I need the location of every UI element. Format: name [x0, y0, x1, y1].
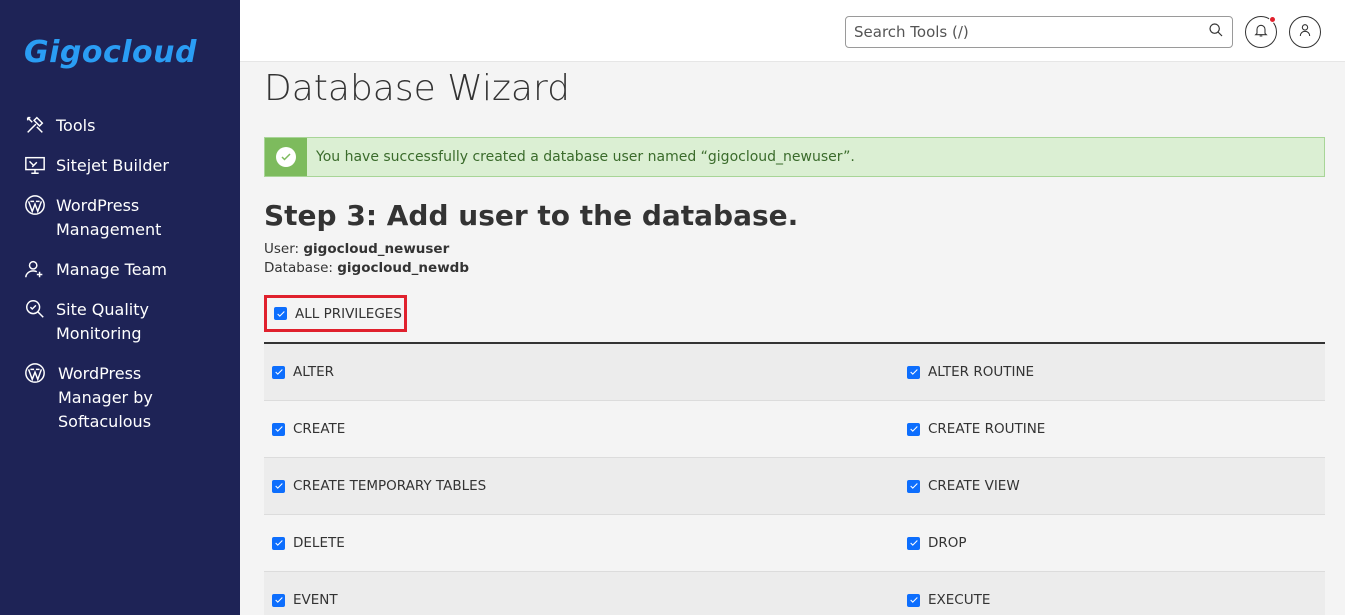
privilege-cell[interactable]: CREATE VIEW — [899, 478, 1020, 494]
sidebar-item-wordpress-softaculous[interactable]: WordPress Manager by Softaculous — [24, 362, 224, 434]
privilege-cell[interactable]: ALTER ROUTINE — [899, 364, 1034, 380]
privilege-label[interactable]: EVENT — [293, 592, 338, 608]
site-quality-icon — [24, 298, 46, 320]
sitejet-icon — [24, 154, 46, 176]
database-label: Database: — [264, 260, 333, 276]
user-label: User: — [264, 241, 300, 257]
privilege-label[interactable]: CREATE TEMPORARY TABLES — [293, 478, 486, 494]
privilege-checkbox[interactable] — [272, 479, 285, 493]
privileges-table: ALTER ALTER ROUTINE CREATE CREATE ROUTIN… — [264, 342, 1325, 615]
user-database-info: User: gigocloud_newuser Database: gigocl… — [264, 240, 469, 278]
sidebar-item-label: Sitejet Builder — [56, 156, 169, 175]
sidebar-item-tools[interactable]: Tools — [24, 114, 224, 138]
success-alert: You have successfully created a database… — [264, 137, 1325, 177]
privilege-label[interactable]: ALTER ROUTINE — [928, 364, 1034, 380]
privilege-checkbox[interactable] — [272, 422, 285, 436]
user-menu-button[interactable] — [1289, 16, 1321, 48]
table-row: EVENT EXECUTE — [264, 572, 1325, 615]
search-icon[interactable] — [1208, 22, 1224, 43]
privilege-checkbox[interactable] — [272, 593, 285, 607]
privilege-label[interactable]: CREATE ROUTINE — [928, 421, 1045, 437]
privilege-checkbox[interactable] — [907, 479, 920, 493]
wordpress-icon — [24, 362, 46, 384]
table-row: DELETE DROP — [264, 515, 1325, 572]
privilege-checkbox[interactable] — [272, 365, 285, 379]
sidebar-item-manage-team[interactable]: Manage Team — [24, 258, 224, 282]
database-line: Database: gigocloud_newdb — [264, 259, 469, 278]
database-value: gigocloud_newdb — [337, 260, 469, 276]
privilege-label[interactable]: DELETE — [293, 535, 345, 551]
all-privileges-checkbox-row[interactable]: ALL PRIVILEGES — [264, 295, 407, 332]
logo[interactable]: Gigocloud — [24, 30, 197, 74]
privilege-label[interactable]: CREATE VIEW — [928, 478, 1020, 494]
privilege-label[interactable]: ALTER — [293, 364, 334, 380]
search-box[interactable] — [845, 16, 1233, 48]
check-circle-icon — [276, 147, 296, 167]
privilege-cell[interactable]: CREATE — [264, 421, 899, 437]
alert-icon-box — [265, 138, 307, 176]
logo-text: Gigocloud — [24, 34, 198, 70]
sidebar-item-label: Site Quality Monitoring — [56, 300, 149, 343]
notification-dot — [1269, 16, 1276, 23]
table-row: ALTER ALTER ROUTINE — [264, 344, 1325, 401]
sidebar-item-label: WordPress Management — [56, 196, 162, 239]
table-row: CREATE CREATE ROUTINE — [264, 401, 1325, 458]
privilege-cell[interactable]: CREATE TEMPORARY TABLES — [264, 478, 899, 494]
privilege-checkbox[interactable] — [272, 536, 285, 550]
top-header — [240, 0, 1345, 62]
sidebar-item-sitejet[interactable]: Sitejet Builder — [24, 154, 224, 178]
privilege-label[interactable]: CREATE — [293, 421, 345, 437]
wordpress-icon — [24, 194, 46, 216]
sidebar-nav: Tools Sitejet Builder WordPress Manageme… — [24, 114, 224, 450]
privilege-checkbox[interactable] — [907, 536, 920, 550]
privilege-checkbox[interactable] — [907, 593, 920, 607]
privilege-cell[interactable]: EXECUTE — [899, 592, 990, 608]
sidebar-item-label: Manage Team — [56, 260, 167, 279]
user-icon — [1297, 22, 1313, 43]
alert-message: You have successfully created a database… — [316, 149, 855, 165]
sidebar-item-wordpress-management[interactable]: WordPress Management — [24, 194, 224, 242]
privilege-cell[interactable]: ALTER — [264, 364, 899, 380]
privilege-label[interactable]: DROP — [928, 535, 967, 551]
sidebar-item-label: Tools — [56, 116, 96, 135]
privilege-cell[interactable]: CREATE ROUTINE — [899, 421, 1045, 437]
privilege-cell[interactable]: DROP — [899, 535, 967, 551]
all-privileges-checkbox[interactable] — [274, 307, 287, 320]
search-input[interactable] — [854, 23, 1208, 41]
page-title: Database Wizard — [264, 68, 570, 109]
table-row: CREATE TEMPORARY TABLES CREATE VIEW — [264, 458, 1325, 515]
user-line: User: gigocloud_newuser — [264, 240, 469, 259]
sidebar-item-site-quality[interactable]: Site Quality Monitoring — [24, 298, 224, 346]
user-value: gigocloud_newuser — [303, 241, 450, 257]
sidebar: Gigocloud Tools Sitejet Builder WordPres… — [0, 0, 240, 615]
privilege-label[interactable]: EXECUTE — [928, 592, 990, 608]
privilege-checkbox[interactable] — [907, 365, 920, 379]
bell-icon — [1253, 22, 1269, 43]
privilege-cell[interactable]: EVENT — [264, 592, 899, 608]
tools-icon — [24, 114, 46, 136]
all-privileges-label[interactable]: ALL PRIVILEGES — [295, 306, 402, 322]
team-icon — [24, 258, 46, 280]
sidebar-item-label: WordPress Manager by Softaculous — [58, 364, 153, 431]
privilege-checkbox[interactable] — [907, 422, 920, 436]
notifications-button[interactable] — [1245, 16, 1277, 48]
step-title: Step 3: Add user to the database. — [264, 199, 799, 232]
privilege-cell[interactable]: DELETE — [264, 535, 899, 551]
